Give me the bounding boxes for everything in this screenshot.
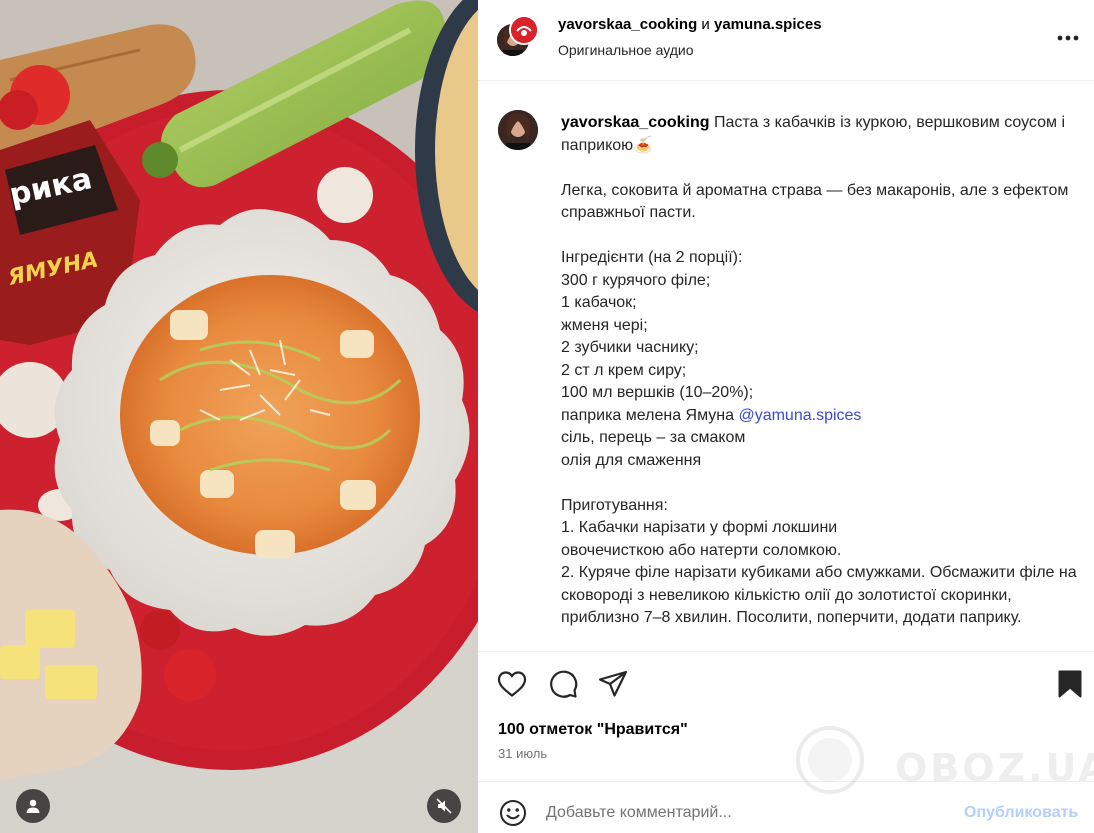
more-dots-icon — [1057, 35, 1079, 41]
paper-plane-icon — [598, 670, 628, 697]
share-button[interactable] — [597, 668, 629, 700]
caption-body-continued: сіль, перець – за смаком олія для смажен… — [561, 429, 1077, 626]
coauthor-username-link[interactable]: yamuna.spices — [714, 16, 822, 33]
person-icon — [26, 799, 40, 813]
post-date[interactable]: 31 июль — [498, 746, 547, 761]
caption-username-link[interactable]: yavorskaa_cooking — [561, 114, 710, 131]
speaker-muted-icon — [436, 798, 452, 814]
mention-link[interactable]: @yamuna.spices — [738, 407, 861, 424]
publish-comment-button[interactable]: Опубликовать — [964, 804, 1078, 822]
mute-button[interactable] — [427, 789, 461, 823]
author-username-link[interactable]: yavorskaa_cooking — [558, 16, 697, 33]
smiley-icon — [500, 800, 526, 826]
audio-label[interactable]: Оригинальное аудио — [558, 42, 694, 58]
emoji-picker-button[interactable] — [498, 798, 528, 828]
post-details-panel: yavorskaa_cooking и yamuna.spices Оригин… — [478, 0, 1094, 833]
food-photo: рика ЯМУНА — [0, 0, 478, 833]
more-options-button[interactable] — [1054, 26, 1082, 50]
post-actions: 100 отметок "Нравится" 31 июль — [478, 651, 1094, 781]
comment-button[interactable] — [547, 668, 579, 700]
bookmark-icon — [1058, 670, 1082, 698]
caption-body: Легка, соковита й ароматна страва — без … — [561, 181, 1069, 424]
save-button[interactable] — [1054, 668, 1086, 700]
comment-bar: Опубликовать — [478, 781, 1094, 833]
caption-author-avatar[interactable] — [498, 110, 538, 150]
authors-conjunction: и — [701, 16, 710, 33]
tagged-users-button[interactable] — [16, 789, 50, 823]
caption-scroll-area[interactable]: yavorskaa_cooking Паста з кабачків із ку… — [478, 81, 1094, 651]
coauthor-avatar[interactable] — [509, 15, 539, 45]
post-header: yavorskaa_cooking и yamuna.spices Оригин… — [478, 0, 1094, 81]
comment-bubble-icon — [550, 670, 578, 698]
avatar-photo — [498, 110, 538, 150]
caption-text: yavorskaa_cooking Паста з кабачків із ку… — [561, 112, 1081, 630]
likes-count[interactable]: 100 отметок "Нравится" — [498, 721, 688, 739]
comment-input[interactable] — [546, 796, 946, 830]
brand-logo-icon — [511, 17, 537, 43]
post-media[interactable]: рика ЯМУНА — [0, 0, 478, 833]
heart-icon — [497, 671, 527, 697]
like-button[interactable] — [496, 668, 528, 700]
post-authors: yavorskaa_cooking и yamuna.spices — [558, 16, 822, 33]
